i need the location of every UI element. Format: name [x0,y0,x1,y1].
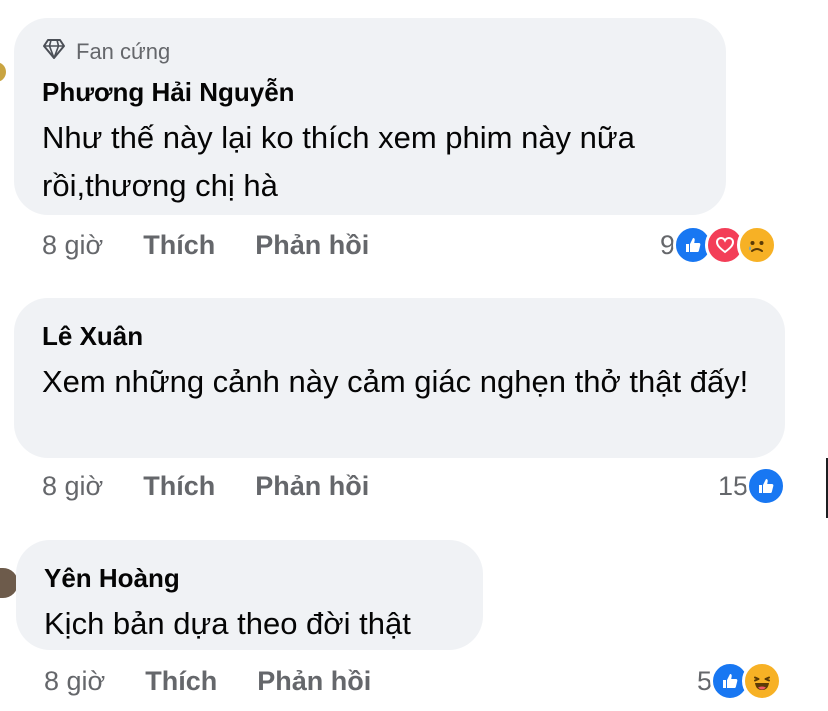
badge-label: Fan cứng [76,39,171,64]
comment-bubble: Fan cứng Phương Hải Nguyễn Như thế này l… [14,18,726,215]
like-button[interactable]: Thích [143,471,215,502]
comment-text: Kịch bản dựa theo đời thật [44,606,411,641]
comment-timestamp[interactable]: 8 giờ [42,471,103,502]
sad-icon [737,225,778,265]
haha-icon [742,661,783,701]
comment-author[interactable]: Yên Hoàng [44,560,455,596]
like-icon [746,466,787,506]
comment-thread: Fan cứng Phương Hải Nguyễn Như thế này l… [0,0,828,711]
comment-text: Như thế này lại ko thích xem phim này nữ… [42,120,635,203]
reaction-summary[interactable]: 15 [718,466,787,506]
comment-text: Xem những cảnh này cảm giác nghẹn thở th… [42,364,749,399]
reply-button[interactable]: Phản hồi [255,471,369,502]
reply-button[interactable]: Phản hồi [255,230,369,261]
reply-button[interactable]: Phản hồi [257,666,371,697]
comment-bubble: Yên Hoàng Kịch bản dựa theo đời thật [16,540,483,650]
diamond-icon [42,38,66,66]
reaction-summary[interactable]: 5 [697,661,783,701]
comment-bubble: Lê Xuân Xem những cảnh này cảm giác nghẹ… [14,298,785,458]
comment-timestamp[interactable]: 8 giờ [42,230,103,261]
reaction-summary[interactable]: 9 [660,225,778,265]
comment-actions: 8 giờ Thích Phản hồi [42,466,409,506]
top-fan-badge[interactable]: Fan cứng [42,38,698,66]
like-button[interactable]: Thích [145,666,217,697]
comment-actions: 8 giờ Thích Phản hồi [44,661,411,701]
avatar[interactable] [0,62,6,82]
comment-timestamp[interactable]: 8 giờ [44,666,105,697]
comment-actions: 8 giờ Thích Phản hồi [42,225,409,265]
comment-author[interactable]: Lê Xuân [42,318,757,354]
comment-author[interactable]: Phương Hải Nguyễn [42,74,698,110]
reaction-count: 15 [718,470,749,501]
like-button[interactable]: Thích [143,230,215,261]
